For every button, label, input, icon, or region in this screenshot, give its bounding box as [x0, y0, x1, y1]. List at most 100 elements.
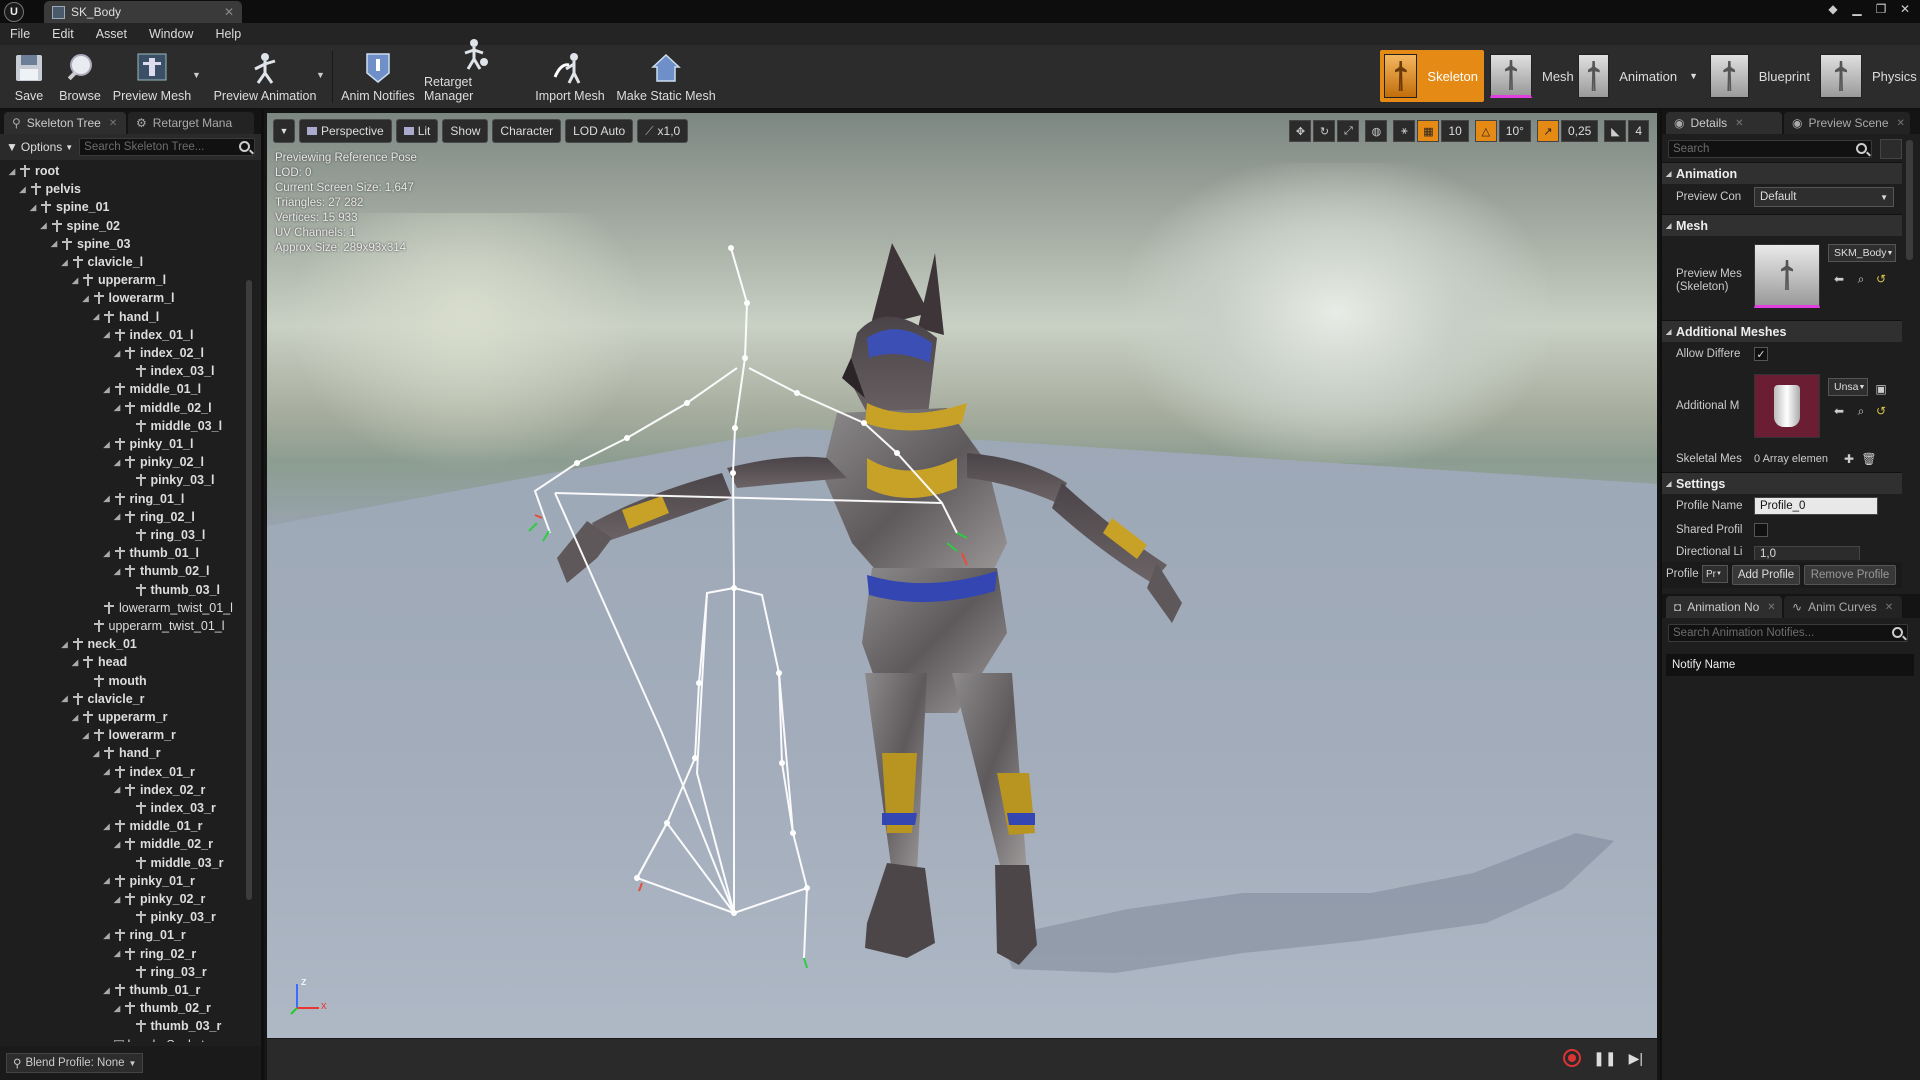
expand-arrow-icon[interactable]: ◢ — [114, 1004, 123, 1013]
mode-blueprint-button[interactable]: Blueprint — [1710, 50, 1810, 102]
use-selected-icon[interactable]: ⬅ — [1832, 404, 1846, 418]
anim-notifies-button[interactable]: Anim Notifies — [338, 47, 418, 107]
translate-icon[interactable]: ✥ — [1289, 120, 1312, 142]
blend-profile-dropdown[interactable]: ⚲ Blend Profile: None ▼ — [6, 1053, 144, 1073]
tree-bone-row[interactable]: mouth — [83, 672, 147, 690]
save-asset-icon[interactable]: ▣ — [1874, 382, 1888, 396]
expand-arrow-icon[interactable]: ◢ — [104, 494, 113, 503]
tab-animation-notifies[interactable]: ◘ Animation No ✕ — [1666, 596, 1782, 618]
world-local-icon[interactable]: ◍ — [1365, 120, 1388, 142]
delete-icon[interactable]: 🗑 — [1861, 452, 1876, 466]
save-button[interactable]: Save — [8, 47, 50, 107]
scale-snap-value[interactable]: 0,25 — [1560, 120, 1599, 142]
browse-asset-icon[interactable]: ⌕ — [1854, 272, 1868, 286]
shared-profile-checkbox[interactable] — [1754, 523, 1768, 537]
tree-bone-row[interactable]: ◢ spine_03 — [51, 235, 131, 253]
menu-edit[interactable]: Edit — [52, 27, 74, 41]
tree-bone-row[interactable]: upperarm_twist_01_l — [83, 617, 225, 635]
expand-arrow-icon[interactable]: ◢ — [114, 895, 123, 904]
preview-controller-dropdown[interactable]: Default ▼ — [1754, 187, 1894, 207]
expand-arrow-icon[interactable]: ◢ — [30, 203, 39, 212]
mode-animation-button[interactable]: Animation ▼ — [1578, 50, 1698, 102]
tree-bone-row[interactable]: ◢ pinky_02_l — [114, 453, 204, 471]
perspective-button[interactable]: Perspective — [299, 119, 392, 143]
retarget-manager-button[interactable]: Retarget Manager — [424, 39, 524, 107]
minimize-icon[interactable]: ▁ — [1848, 1, 1866, 17]
tree-bone-row[interactable]: ◢ clavicle_r — [62, 690, 145, 708]
tree-bone-row[interactable]: ◢ spine_01 — [30, 198, 110, 216]
tree-bone-row[interactable]: ◢ neck_01 — [62, 635, 137, 653]
mode-skeleton-button[interactable]: Skeleton — [1380, 50, 1484, 102]
character-button[interactable]: Character — [492, 119, 562, 143]
profile-name-input[interactable]: Profile_0 — [1754, 497, 1878, 515]
mesh-section-header[interactable]: Mesh — [1662, 214, 1902, 236]
tree-bone-row[interactable]: ◢ index_01_r — [104, 763, 195, 781]
rotate-icon[interactable]: ↻ — [1313, 120, 1336, 142]
expand-arrow-icon[interactable]: ◢ — [20, 185, 29, 194]
menu-asset[interactable]: Asset — [96, 27, 127, 41]
reset-icon[interactable]: ↺ — [1874, 404, 1888, 418]
preview-animation-dropdown-icon[interactable]: ▼ — [316, 70, 325, 80]
expand-arrow-icon[interactable]: ◢ — [62, 258, 71, 267]
expand-arrow-icon[interactable]: ◢ — [72, 713, 81, 722]
tree-bone-row[interactable]: ◢ thumb_01_l — [104, 544, 199, 562]
close-tab-icon[interactable]: ✕ — [1885, 602, 1893, 613]
details-search-input[interactable]: Search — [1668, 140, 1872, 158]
expand-arrow-icon[interactable]: ◢ — [114, 567, 123, 576]
animation-section-header[interactable]: Animation — [1662, 162, 1902, 184]
tree-bone-row[interactable]: ◢ head — [72, 653, 127, 671]
additional-mesh-dropdown[interactable]: Unsa ▼ — [1828, 378, 1868, 396]
expand-arrow-icon[interactable]: ◢ — [62, 694, 71, 703]
scale-snap-icon[interactable]: ↗ — [1536, 120, 1559, 142]
tab-retarget-manager[interactable]: ⚙ Retarget Mana — [128, 112, 254, 134]
tree-bone-row[interactable]: thumb_03_r — [125, 1017, 221, 1035]
additional-meshes-section-header[interactable]: Additional Meshes — [1662, 320, 1902, 342]
document-tab[interactable]: SK_Body ✕ — [44, 1, 242, 23]
mode-mesh-button[interactable]: Mesh — [1490, 50, 1578, 102]
tree-bone-row[interactable]: pinky_03_r — [125, 908, 216, 926]
rotation-snap-icon[interactable]: △ — [1474, 120, 1497, 142]
preview-mesh-dropdown-icon[interactable]: ▼ — [192, 70, 201, 80]
viewport[interactable]: ▼ Perspective Lit Show Character LOD Aut… — [267, 113, 1657, 1080]
use-selected-icon[interactable]: ⬅ — [1832, 272, 1846, 286]
close-tab-icon[interactable]: ✕ — [1735, 118, 1743, 129]
surface-snap-icon[interactable]: ⚹ — [1393, 120, 1416, 142]
allow-different-checkbox[interactable]: ✓ — [1754, 347, 1768, 361]
tree-bone-row[interactable]: ◢ index_01_l — [104, 326, 194, 344]
close-tab-icon[interactable]: ✕ — [224, 5, 234, 19]
grid-snap-value[interactable]: 10 — [1441, 120, 1469, 142]
show-button[interactable]: Show — [442, 119, 489, 143]
close-tab-icon[interactable]: ✕ — [1767, 602, 1775, 613]
notify-name-column-header[interactable]: Notify Name — [1666, 654, 1914, 676]
make-static-mesh-button[interactable]: Make Static Mesh — [614, 47, 718, 107]
expand-arrow-icon[interactable]: ◢ — [104, 767, 113, 776]
expand-arrow-icon[interactable]: ◢ — [114, 785, 123, 794]
expand-arrow-icon[interactable]: ◢ — [62, 640, 71, 649]
menu-file[interactable]: File — [10, 27, 30, 41]
expand-arrow-icon[interactable]: ◢ — [104, 549, 113, 558]
remove-profile-button[interactable]: Remove Profile — [1804, 565, 1896, 585]
camera-speed-value[interactable]: 4 — [1628, 120, 1649, 142]
close-window-icon[interactable]: ✕ — [1896, 1, 1914, 17]
expand-arrow-icon[interactable]: ◢ — [104, 876, 113, 885]
camera-speed-icon[interactable]: ◣ — [1604, 120, 1627, 142]
tree-bone-row[interactable]: ◢ thumb_02_r — [114, 999, 211, 1017]
expand-arrow-icon[interactable]: ◢ — [114, 512, 123, 521]
expand-arrow-icon[interactable]: ◢ — [114, 349, 123, 358]
tree-bone-row[interactable]: index_03_r — [125, 799, 216, 817]
tree-bone-row[interactable]: ring_03_r — [125, 963, 207, 981]
tree-bone-row[interactable]: ◢ upperarm_l — [72, 271, 166, 289]
tree-bone-row[interactable]: lowerarm_twist_01_l — [93, 599, 233, 617]
browse-button[interactable]: Browse — [56, 47, 104, 107]
character-mesh[interactable] — [267, 113, 1657, 1080]
options-dropdown[interactable]: ▼ Options ▼ — [6, 140, 73, 154]
tree-bone-row[interactable]: ◢ middle_02_r — [114, 835, 213, 853]
tree-bone-row[interactable]: index_03_l — [125, 362, 214, 380]
tree-bone-row[interactable]: ◢ pinky_02_r — [114, 890, 205, 908]
expand-arrow-icon[interactable]: ◢ — [83, 294, 92, 303]
unreal-logo-icon[interactable]: U — [4, 2, 24, 22]
step-forward-icon[interactable]: ▶| — [1629, 1050, 1643, 1067]
expand-arrow-icon[interactable]: ◢ — [104, 931, 113, 940]
tree-bone-row[interactable]: ◢ upperarm_r — [72, 708, 167, 726]
tree-bone-row[interactable]: ◢ middle_01_r — [104, 817, 203, 835]
